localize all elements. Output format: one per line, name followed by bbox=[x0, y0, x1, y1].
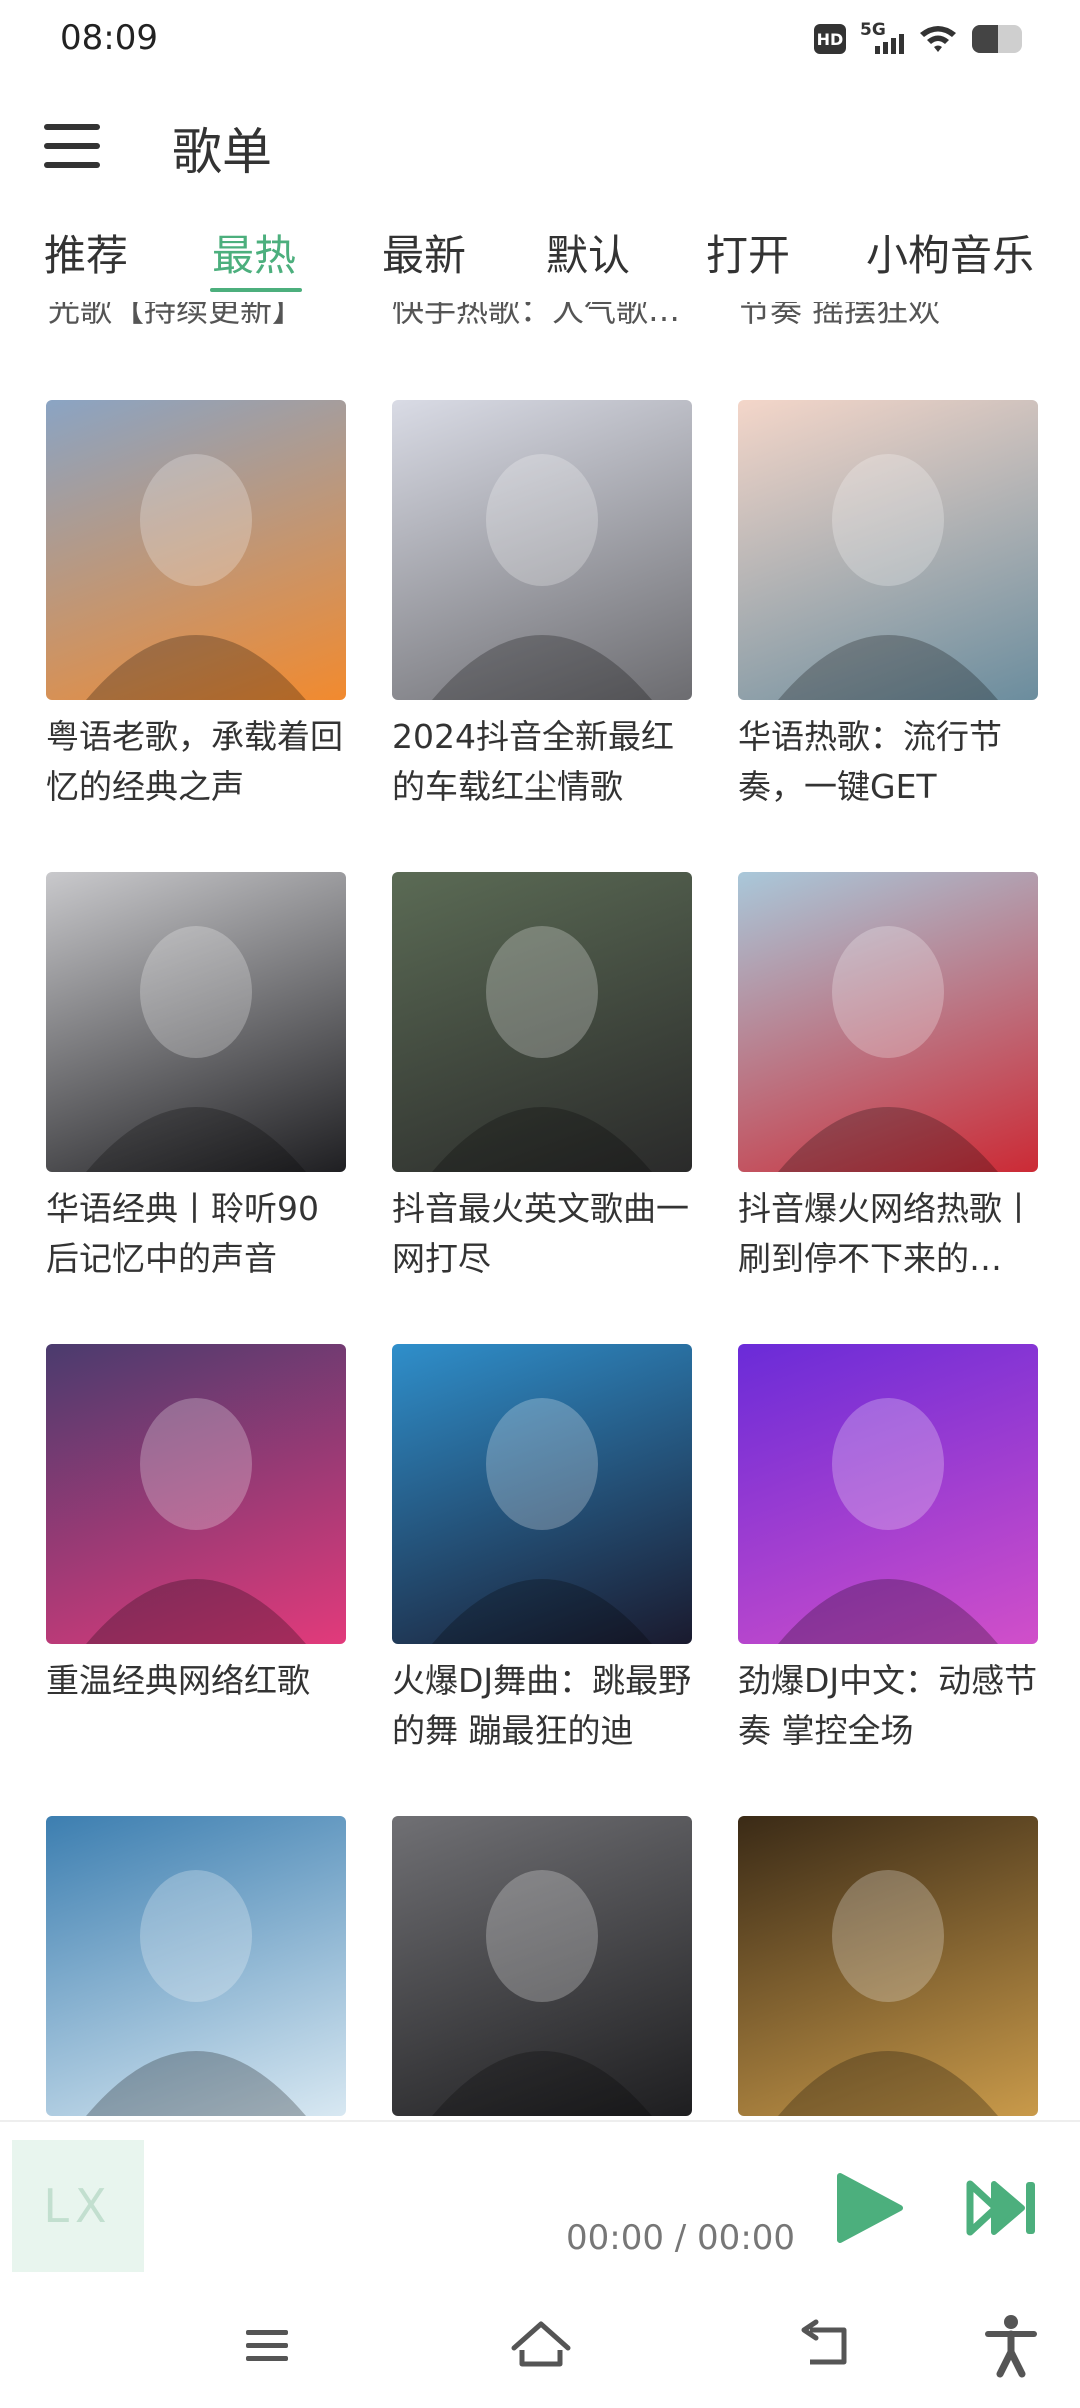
playlist-cover-image bbox=[738, 1816, 1038, 2116]
playlist-cover-image bbox=[392, 400, 692, 700]
playlist-cover-image bbox=[46, 400, 346, 700]
playlist-title: 重温经典网络红歌 bbox=[46, 1661, 310, 1700]
partial-title: 光歌【持续更新】 bbox=[48, 302, 305, 324]
tab-recommend[interactable]: 推荐 bbox=[44, 222, 128, 283]
playlist-card[interactable]: 华语热歌：流行节奏，一键GET bbox=[738, 400, 1038, 812]
system-nav-bar bbox=[0, 2290, 1080, 2408]
playlist-card[interactable] bbox=[392, 1816, 692, 2120]
playback-time: 00:00 / 00:00 bbox=[566, 2218, 796, 2258]
menu-nav-icon[interactable] bbox=[232, 2310, 302, 2380]
playlist-card[interactable]: 抖音最火英文歌曲一网打尽 bbox=[392, 872, 692, 1284]
page-title: 歌单 bbox=[172, 123, 272, 181]
playlist-title: 抖音爆火网络热歌丨刷到停不下来的… bbox=[738, 1189, 1035, 1278]
playlist-cover-image bbox=[392, 872, 692, 1172]
tab-xiaogou-music[interactable]: 小枸音乐 bbox=[866, 222, 1034, 283]
back-icon[interactable] bbox=[792, 2310, 862, 2380]
playlist-title: 火爆DJ舞曲：跳最野的舞 蹦最狂的迪 bbox=[392, 1661, 692, 1750]
status-icons: HD 5G bbox=[814, 20, 1022, 56]
playlist-card[interactable]: 粤语老歌，承载着回忆的经典之声 bbox=[46, 400, 346, 812]
playlist-cover-image bbox=[738, 400, 1038, 700]
playlist-card[interactable]: 2024抖音全新最红的车载红尘情歌 bbox=[392, 400, 692, 812]
status-bar: 08:09 HD 5G bbox=[0, 0, 1080, 80]
playlist-title: 华语经典丨聆听90后记忆中的声音 bbox=[46, 1189, 319, 1278]
playlist-card[interactable]: 抖音爆火网络热歌丨刷到停不下来的… bbox=[738, 872, 1038, 1284]
tab-open[interactable]: 打开 bbox=[706, 222, 790, 283]
playlist-grid[interactable]: 光歌【持续更新】 快手热歌：人气歌… 节奏 摇摆狂欢 粤语老歌，承载着回忆的经典… bbox=[0, 302, 1080, 2120]
playlist-card[interactable]: 重温经典网络红歌 bbox=[46, 1344, 346, 1756]
hd-icon: HD bbox=[814, 24, 846, 54]
playlist-cover-image bbox=[392, 1344, 692, 1644]
playlist-card[interactable]: 劲爆DJ中文：动感节奏 掌控全场 bbox=[738, 1344, 1038, 1756]
playlist-cover-image bbox=[738, 872, 1038, 1172]
playlist-cover-image bbox=[46, 1344, 346, 1644]
partial-title: 快手热歌：人气歌… bbox=[392, 302, 681, 324]
accessibility-icon[interactable] bbox=[976, 2310, 1046, 2380]
battery-icon bbox=[972, 25, 1022, 53]
next-track-icon[interactable] bbox=[966, 2178, 1040, 2238]
app-header: 歌单 bbox=[0, 88, 1080, 208]
active-tab-indicator bbox=[210, 288, 302, 292]
tab-hottest[interactable]: 最热 bbox=[212, 222, 296, 283]
playlist-card[interactable] bbox=[738, 1816, 1038, 2120]
playlist-title: 劲爆DJ中文：动感节奏 掌控全场 bbox=[738, 1661, 1038, 1750]
album-art[interactable]: LX bbox=[12, 2140, 144, 2272]
partial-title: 节奏 摇摆狂欢 bbox=[738, 302, 941, 324]
playlist-cover-image bbox=[46, 1816, 346, 2116]
playlist-cover-image bbox=[738, 1344, 1038, 1644]
playlist-title: 华语热歌：流行节奏，一键GET bbox=[738, 717, 1002, 806]
menu-icon[interactable] bbox=[44, 124, 100, 172]
playlist-card[interactable] bbox=[46, 1816, 346, 2120]
playlist-title: 抖音最火英文歌曲一网打尽 bbox=[392, 1189, 689, 1278]
home-icon[interactable] bbox=[506, 2310, 576, 2380]
tab-default[interactable]: 默认 bbox=[546, 222, 630, 283]
playlist-cover-image bbox=[46, 872, 346, 1172]
sort-tabs: 推荐 最热 最新 默认 打开 小枸音乐 bbox=[0, 222, 1080, 302]
player-bar: LX 00:00 / 00:00 bbox=[0, 2120, 1080, 2292]
wifi-icon bbox=[920, 26, 956, 52]
signal-icon: 5G bbox=[860, 20, 904, 56]
playlist-title: 2024抖音全新最红的车载红尘情歌 bbox=[392, 717, 674, 806]
status-time: 08:09 bbox=[60, 18, 158, 58]
playlist-card[interactable]: 华语经典丨聆听90后记忆中的声音 bbox=[46, 872, 346, 1284]
tab-newest[interactable]: 最新 bbox=[382, 222, 466, 283]
play-icon[interactable] bbox=[834, 2172, 904, 2244]
partial-row: 光歌【持续更新】 快手热歌：人气歌… 节奏 摇摆狂欢 bbox=[0, 302, 1080, 336]
playlist-cover-image bbox=[392, 1816, 692, 2116]
playlist-card[interactable]: 火爆DJ舞曲：跳最野的舞 蹦最狂的迪 bbox=[392, 1344, 692, 1756]
playlist-title: 粤语老歌，承载着回忆的经典之声 bbox=[46, 717, 343, 806]
